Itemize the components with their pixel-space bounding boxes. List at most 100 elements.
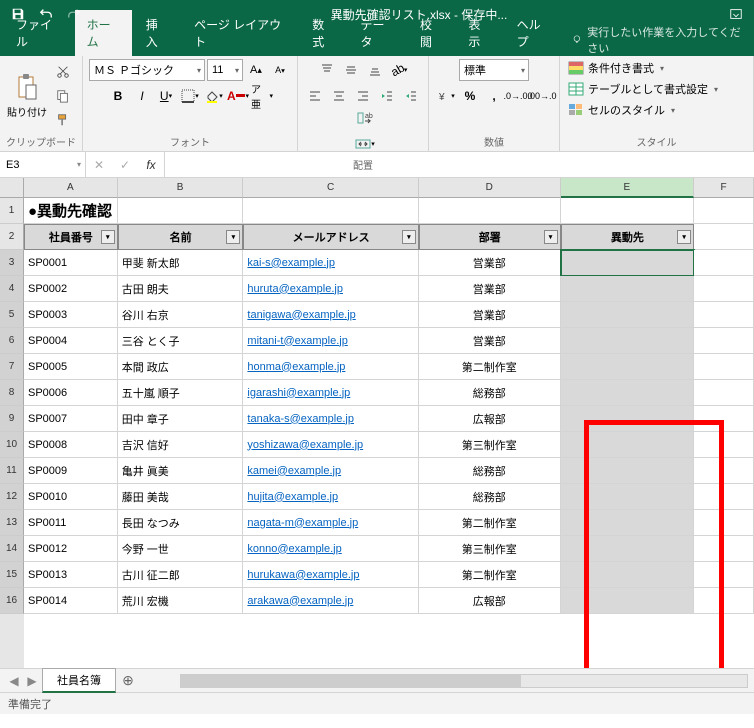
employee-id-cell[interactable]: SP0001 bbox=[24, 250, 118, 276]
filter-icon[interactable]: ▾ bbox=[677, 230, 691, 244]
table-column-header[interactable]: 社員番号▾ bbox=[24, 224, 118, 250]
destination-cell[interactable] bbox=[561, 432, 695, 458]
destination-cell[interactable] bbox=[561, 250, 695, 276]
destination-cell[interactable] bbox=[561, 328, 695, 354]
row-header[interactable]: 4 bbox=[0, 276, 24, 302]
column-header[interactable]: A bbox=[24, 178, 118, 198]
select-all-corner[interactable] bbox=[0, 178, 24, 198]
email-cell[interactable]: konno@example.jp bbox=[243, 536, 419, 562]
row-header[interactable]: 10 bbox=[0, 432, 24, 458]
percent-button[interactable]: % bbox=[459, 85, 481, 107]
row-header[interactable]: 12 bbox=[0, 484, 24, 510]
add-sheet-button[interactable]: ⊕ bbox=[118, 671, 138, 691]
destination-cell[interactable] bbox=[561, 536, 695, 562]
employee-id-cell[interactable]: SP0012 bbox=[24, 536, 118, 562]
name-box[interactable]: E3 bbox=[0, 152, 86, 177]
tab-formulas[interactable]: 数式 bbox=[300, 10, 346, 56]
email-cell[interactable]: honma@example.jp bbox=[243, 354, 419, 380]
row-header[interactable]: 8 bbox=[0, 380, 24, 406]
destination-cell[interactable] bbox=[561, 562, 695, 588]
email-cell[interactable]: kai-s@example.jp bbox=[243, 250, 419, 276]
cell[interactable] bbox=[694, 588, 754, 614]
copy-button[interactable] bbox=[52, 85, 74, 107]
align-top-button[interactable] bbox=[316, 59, 338, 81]
enter-formula-button[interactable]: ✓ bbox=[112, 152, 138, 177]
number-format-select[interactable]: 標準 bbox=[459, 59, 529, 81]
filter-icon[interactable]: ▾ bbox=[402, 230, 416, 244]
cell[interactable] bbox=[694, 380, 754, 406]
destination-cell[interactable] bbox=[561, 510, 695, 536]
bold-button[interactable]: B bbox=[107, 85, 129, 107]
department-cell[interactable]: 第二制作室 bbox=[419, 510, 561, 536]
cell[interactable] bbox=[694, 536, 754, 562]
employee-id-cell[interactable]: SP0005 bbox=[24, 354, 118, 380]
department-cell[interactable]: 第三制作室 bbox=[419, 536, 561, 562]
font-size-select[interactable]: 11 bbox=[207, 59, 243, 81]
align-right-button[interactable] bbox=[352, 85, 374, 107]
department-cell[interactable]: 広報部 bbox=[419, 406, 561, 432]
department-cell[interactable]: 第二制作室 bbox=[419, 562, 561, 588]
orientation-button[interactable]: ab▾ bbox=[388, 59, 410, 81]
department-cell[interactable]: 営業部 bbox=[419, 328, 561, 354]
font-color-button[interactable]: A▾ bbox=[227, 85, 249, 107]
cell[interactable] bbox=[694, 302, 754, 328]
destination-cell[interactable] bbox=[561, 588, 695, 614]
row-header[interactable]: 14 bbox=[0, 536, 24, 562]
sheet-title[interactable]: ●異動先確認 bbox=[24, 198, 118, 224]
wrap-text-button[interactable]: ab bbox=[308, 107, 422, 129]
department-cell[interactable]: 総務部 bbox=[419, 380, 561, 406]
tab-review[interactable]: 校閲 bbox=[408, 10, 454, 56]
accounting-button[interactable]: ¥▾ bbox=[435, 85, 457, 107]
employee-id-cell[interactable]: SP0013 bbox=[24, 562, 118, 588]
employee-id-cell[interactable]: SP0007 bbox=[24, 406, 118, 432]
department-cell[interactable]: 総務部 bbox=[419, 458, 561, 484]
row-header[interactable]: 6 bbox=[0, 328, 24, 354]
tab-help[interactable]: ヘルプ bbox=[505, 10, 562, 56]
border-button[interactable]: ▾ bbox=[179, 85, 201, 107]
tab-data[interactable]: データ bbox=[349, 10, 406, 56]
email-cell[interactable]: mitani-t@example.jp bbox=[243, 328, 419, 354]
horizontal-scrollbar[interactable] bbox=[180, 674, 748, 688]
cell[interactable] bbox=[694, 250, 754, 276]
employee-id-cell[interactable]: SP0006 bbox=[24, 380, 118, 406]
employee-name-cell[interactable]: 古田 朗夫 bbox=[118, 276, 244, 302]
tab-page-layout[interactable]: ページ レイアウト bbox=[182, 10, 298, 56]
email-cell[interactable]: igarashi@example.jp bbox=[243, 380, 419, 406]
cell-styles-button[interactable]: セルのスタイル bbox=[566, 101, 675, 119]
department-cell[interactable]: 営業部 bbox=[419, 250, 561, 276]
cell[interactable] bbox=[694, 198, 754, 224]
underline-button[interactable]: U▾ bbox=[155, 85, 177, 107]
email-cell[interactable]: nagata-m@example.jp bbox=[243, 510, 419, 536]
destination-cell[interactable] bbox=[561, 406, 695, 432]
cell[interactable] bbox=[694, 354, 754, 380]
employee-id-cell[interactable]: SP0008 bbox=[24, 432, 118, 458]
increase-font-button[interactable]: A▴ bbox=[245, 59, 267, 81]
row-header[interactable]: 2 bbox=[0, 224, 24, 250]
cell[interactable] bbox=[694, 458, 754, 484]
destination-cell[interactable] bbox=[561, 380, 695, 406]
increase-indent-button[interactable] bbox=[400, 85, 422, 107]
cell[interactable] bbox=[694, 276, 754, 302]
filter-icon[interactable]: ▾ bbox=[544, 230, 558, 244]
destination-cell[interactable] bbox=[561, 276, 695, 302]
destination-cell[interactable] bbox=[561, 458, 695, 484]
department-cell[interactable]: 総務部 bbox=[419, 484, 561, 510]
cell[interactable] bbox=[694, 562, 754, 588]
employee-name-cell[interactable]: 谷川 右京 bbox=[118, 302, 244, 328]
employee-id-cell[interactable]: SP0004 bbox=[24, 328, 118, 354]
filter-icon[interactable]: ▾ bbox=[226, 230, 240, 244]
cell[interactable] bbox=[561, 198, 695, 224]
employee-id-cell[interactable]: SP0003 bbox=[24, 302, 118, 328]
email-cell[interactable]: arakawa@example.jp bbox=[243, 588, 419, 614]
cut-button[interactable] bbox=[52, 61, 74, 83]
email-cell[interactable]: tanaka-s@example.jp bbox=[243, 406, 419, 432]
email-cell[interactable]: yoshizawa@example.jp bbox=[243, 432, 419, 458]
row-header[interactable]: 5 bbox=[0, 302, 24, 328]
row-header[interactable]: 9 bbox=[0, 406, 24, 432]
align-middle-button[interactable] bbox=[340, 59, 362, 81]
employee-name-cell[interactable]: 荒川 宏機 bbox=[118, 588, 244, 614]
scrollbar-thumb[interactable] bbox=[181, 675, 521, 687]
formula-input[interactable] bbox=[165, 152, 754, 177]
tab-insert[interactable]: 挿入 bbox=[134, 10, 180, 56]
email-cell[interactable]: hurukawa@example.jp bbox=[243, 562, 419, 588]
